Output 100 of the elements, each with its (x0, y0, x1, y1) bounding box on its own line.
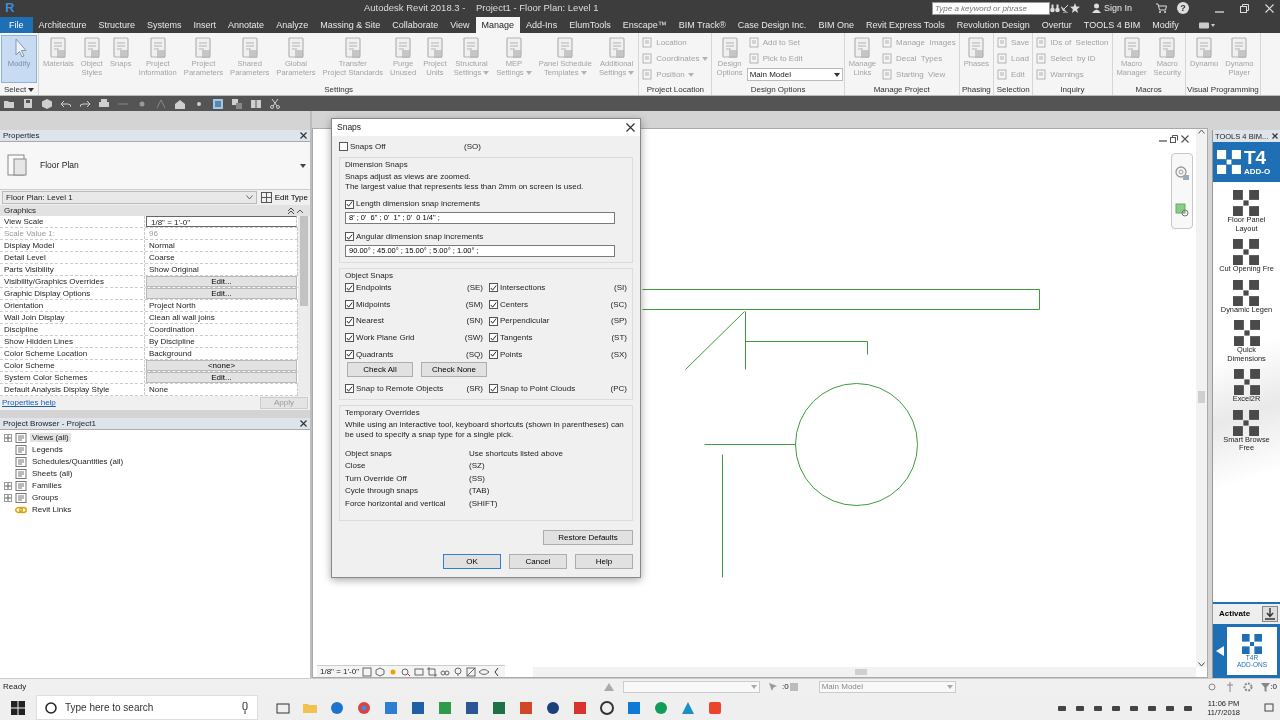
checkbox[interactable] (489, 300, 498, 310)
restore-defaults-button[interactable]: Restore Defaults (543, 530, 633, 546)
checkbox[interactable] (489, 316, 498, 326)
check-all-button[interactable]: Check All (347, 362, 413, 378)
ribbon-tab[interactable]: BIM One (812, 17, 860, 33)
ribbon-tab[interactable]: Overtur (1035, 17, 1078, 33)
checkbox-label[interactable]: Points (500, 349, 609, 360)
notification-icon[interactable] (1264, 702, 1274, 713)
checkbox-label[interactable]: Angular dimension snap increments (356, 231, 484, 242)
checkbox[interactable] (489, 333, 498, 343)
checkbox-label[interactable]: Endpoints (356, 283, 465, 293)
scissors-icon[interactable] (270, 98, 280, 109)
edit-button[interactable]: Edit... (146, 372, 297, 383)
ribbon-tab[interactable]: Manage (475, 17, 521, 33)
taskbar-search-field[interactable]: Type here to search (36, 695, 258, 720)
windows-start-icon[interactable] (11, 700, 25, 715)
tree-item[interactable]: Groups (30, 492, 61, 503)
ribbon-tab[interactable]: Collaborate (386, 17, 445, 33)
browser-icon[interactable] (330, 700, 344, 715)
shadow-icon[interactable] (401, 666, 411, 677)
checkbox-label[interactable]: Snap to Remote Objects (356, 384, 465, 394)
ribbon-tab[interactable]: BIM Track® (672, 17, 732, 33)
tree-item[interactable]: Sheets (all) (30, 468, 75, 479)
folder-icon[interactable] (4, 98, 14, 109)
close-icon[interactable] (1272, 133, 1278, 139)
house-icon[interactable] (175, 98, 185, 109)
crop-icon[interactable] (427, 666, 437, 677)
scrollbar-thumb[interactable] (300, 216, 308, 306)
checkbox-label[interactable]: Intersections (500, 283, 613, 293)
dialog-button[interactable]: OK (443, 554, 501, 570)
close-icon[interactable] (626, 123, 635, 132)
scrollbar-thumb[interactable] (1198, 391, 1205, 403)
checkbox-label[interactable]: Nearest (356, 316, 465, 326)
dialog-button[interactable]: Cancel (509, 554, 567, 570)
design-option-field[interactable]: Main Model (818, 681, 956, 693)
binoculars-icon[interactable] (1049, 3, 1060, 13)
scrollbar[interactable] (298, 216, 310, 396)
ribbon-tab[interactable]: Structure (92, 17, 142, 33)
property-field[interactable]: 1/8" = 1'-0" (146, 216, 297, 227)
expand-toggle[interactable] (4, 433, 12, 442)
ribbon-tab[interactable]: Annotate (222, 17, 271, 33)
ribbon-tab[interactable]: Massing & Site (314, 17, 387, 33)
file-tab[interactable]: File (0, 17, 33, 33)
checkbox[interactable] (345, 300, 354, 310)
task-view-icon[interactable] (276, 700, 290, 715)
restore-icon[interactable] (1240, 3, 1249, 13)
expand-toggle[interactable] (4, 481, 12, 490)
ribbon-tab[interactable]: Add-Ins (520, 17, 564, 33)
satellite-dish-icon[interactable] (1059, 3, 1070, 13)
ribbon-tab[interactable]: Revolution Design (950, 17, 1036, 33)
cart-icon[interactable] (1156, 3, 1167, 13)
ribbon-tab[interactable]: ElumTools (563, 17, 617, 33)
checkbox[interactable] (345, 333, 354, 343)
checkbox[interactable] (345, 316, 354, 326)
close-icon[interactable] (300, 420, 307, 427)
help-button[interactable]: ? (1177, 2, 1189, 14)
lightbulb-icon[interactable] (453, 666, 463, 677)
check-none-button[interactable]: Check None (421, 362, 487, 378)
save-icon[interactable] (23, 98, 33, 109)
edit-button[interactable]: Edit... (146, 288, 297, 299)
tile-icon[interactable] (251, 98, 261, 109)
expand-toggle[interactable] (4, 493, 12, 502)
checkbox-label[interactable]: Centers (500, 299, 609, 310)
ribbon-tab[interactable]: Systems (141, 17, 188, 33)
tree-item[interactable]: Revit Links (30, 504, 74, 515)
windows-icon[interactable] (232, 98, 242, 109)
checkbox-label[interactable]: Snap to Point Clouds (500, 384, 609, 394)
close-icon[interactable] (1181, 135, 1189, 143)
redo-icon[interactable] (80, 98, 90, 109)
temporary-hide-icon[interactable] (466, 666, 476, 677)
filter-icon[interactable] (1261, 682, 1271, 692)
star-icon[interactable] (1069, 3, 1080, 13)
gear-icon[interactable] (1243, 682, 1254, 692)
ribbon-tab[interactable]: Modify (1146, 17, 1185, 33)
scrollbar[interactable] (533, 667, 1196, 677)
app-icon[interactable] (492, 700, 506, 715)
checkbox-label[interactable]: Perpendicular (500, 316, 609, 326)
collapse-icon[interactable] (288, 207, 294, 214)
undo-icon[interactable] (61, 98, 71, 109)
checkbox-label[interactable]: Snaps Off (350, 142, 462, 152)
checkbox[interactable] (345, 199, 354, 209)
arrow-left-icon[interactable] (1216, 646, 1224, 656)
close-icon[interactable] (300, 132, 307, 139)
checkbox-label[interactable]: Tangents (500, 332, 610, 343)
zoom-region-icon[interactable] (1175, 202, 1189, 217)
tree-item[interactable]: Schedules/Quantities (all) (30, 456, 126, 467)
checkbox[interactable] (345, 232, 354, 242)
checkbox[interactable] (489, 349, 498, 359)
app-icon[interactable] (546, 700, 560, 715)
checkbox-label[interactable]: Work Plane Grid (356, 332, 463, 343)
ribbon-tab[interactable]: TOOLS 4 BIM (1077, 17, 1147, 33)
download-button[interactable] (1262, 606, 1278, 622)
tree-item[interactable]: Families (30, 480, 64, 491)
ribbon-tab[interactable]: Architecture (32, 17, 93, 33)
thin-lines-icon[interactable] (213, 98, 223, 109)
scrollbar[interactable] (1196, 129, 1207, 667)
edit-button[interactable]: Edit... (146, 276, 297, 287)
search-field[interactable]: Type a keyword or phrase (931, 1, 1050, 15)
edit-button[interactable]: <none> (146, 360, 297, 371)
ribbon-tab[interactable]: Revit Express Tools (859, 17, 951, 33)
